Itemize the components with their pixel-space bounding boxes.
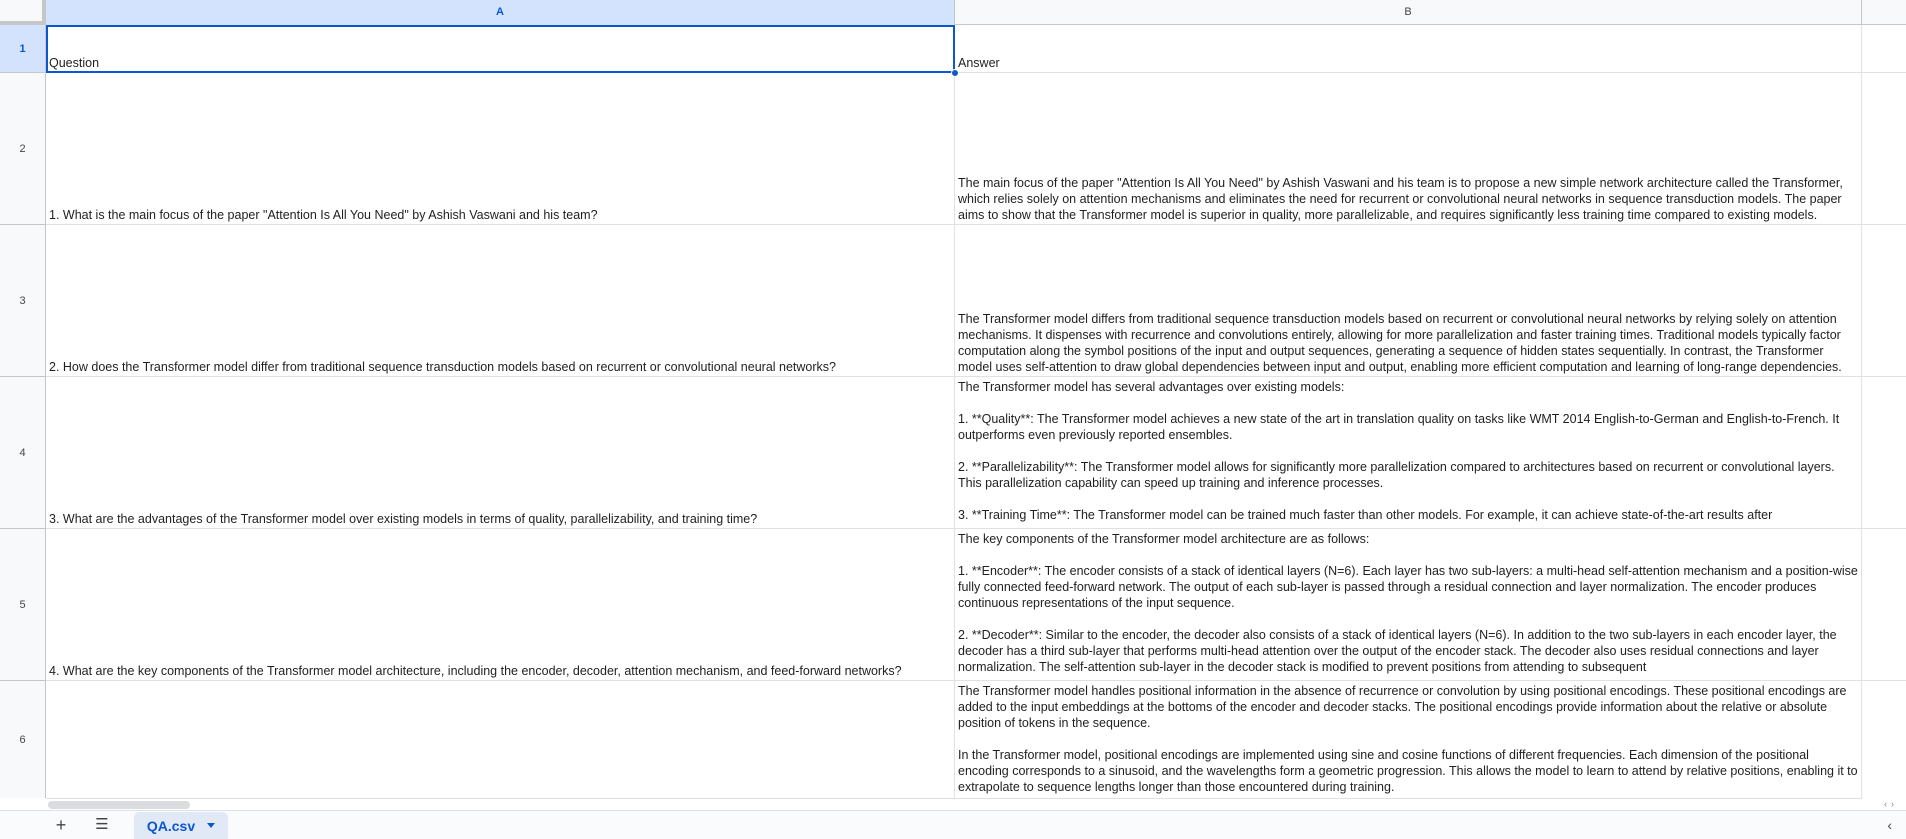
cell-c3[interactable] xyxy=(1862,225,1906,377)
column-header-b[interactable]: B xyxy=(955,0,1862,25)
chevron-down-icon[interactable] xyxy=(207,823,216,828)
horizontal-scrollbar-thumb[interactable] xyxy=(48,801,190,809)
cell-c5[interactable] xyxy=(1862,529,1906,681)
cell-c6[interactable] xyxy=(1862,681,1906,798)
cell-c2[interactable] xyxy=(1862,73,1906,225)
cell-a6[interactable] xyxy=(46,681,955,798)
column-header-c[interactable] xyxy=(1862,0,1906,25)
cell-b3[interactable]: The Transformer model differs from tradi… xyxy=(955,225,1862,377)
cell-a1[interactable]: Question xyxy=(46,25,955,73)
row-header-1[interactable]: 1 xyxy=(0,25,46,73)
all-sheets-button[interactable]: ☰ xyxy=(89,812,115,838)
cell-a3[interactable]: 2. How does the Transformer model differ… xyxy=(46,225,955,377)
row-header-6[interactable]: 6 xyxy=(0,681,46,798)
sheet-tab-qa-csv[interactable]: QA.csv xyxy=(134,812,228,839)
cell-a5[interactable]: 4. What are the key components of the Tr… xyxy=(46,529,955,681)
sheet-tab-label: QA.csv xyxy=(146,817,196,834)
cell-b4[interactable]: The Transformer model has several advant… xyxy=(955,377,1862,529)
add-sheet-button[interactable]: + xyxy=(48,812,74,838)
row-header-5[interactable]: 5 xyxy=(0,529,46,681)
column-header-a[interactable]: A xyxy=(46,0,955,25)
side-panel-toggle-icon[interactable]: ‹ xyxy=(1887,817,1892,833)
cell-b6[interactable]: The Transformer model handles positional… xyxy=(955,681,1862,798)
sheet-tab-bar xyxy=(0,810,1906,839)
menu-icon: ☰ xyxy=(95,816,109,833)
fill-handle[interactable] xyxy=(951,69,959,77)
scroll-left-icon[interactable]: ‹ xyxy=(1884,799,1891,809)
select-all-corner[interactable] xyxy=(0,0,46,25)
cell-c1[interactable] xyxy=(1862,25,1906,73)
cell-a2[interactable]: 1. What is the main focus of the paper "… xyxy=(46,73,955,225)
scroll-right-icon[interactable]: › xyxy=(1891,799,1898,809)
cell-b1[interactable]: Answer xyxy=(955,25,1862,73)
row-header-2[interactable]: 2 xyxy=(0,73,46,225)
plus-icon: + xyxy=(55,815,67,835)
cell-c4[interactable] xyxy=(1862,377,1906,529)
row-header-3[interactable]: 3 xyxy=(0,225,46,377)
cell-a4[interactable]: 3. What are the advantages of the Transf… xyxy=(46,377,955,529)
cell-b2[interactable]: The main focus of the paper "Attention I… xyxy=(955,73,1862,225)
row-header-4[interactable]: 4 xyxy=(0,377,46,529)
horizontal-scrollbar[interactable] xyxy=(46,798,1862,810)
scroll-arrows[interactable]: ‹› xyxy=(1884,799,1898,809)
cell-b5[interactable]: The key components of the Transformer mo… xyxy=(955,529,1862,681)
